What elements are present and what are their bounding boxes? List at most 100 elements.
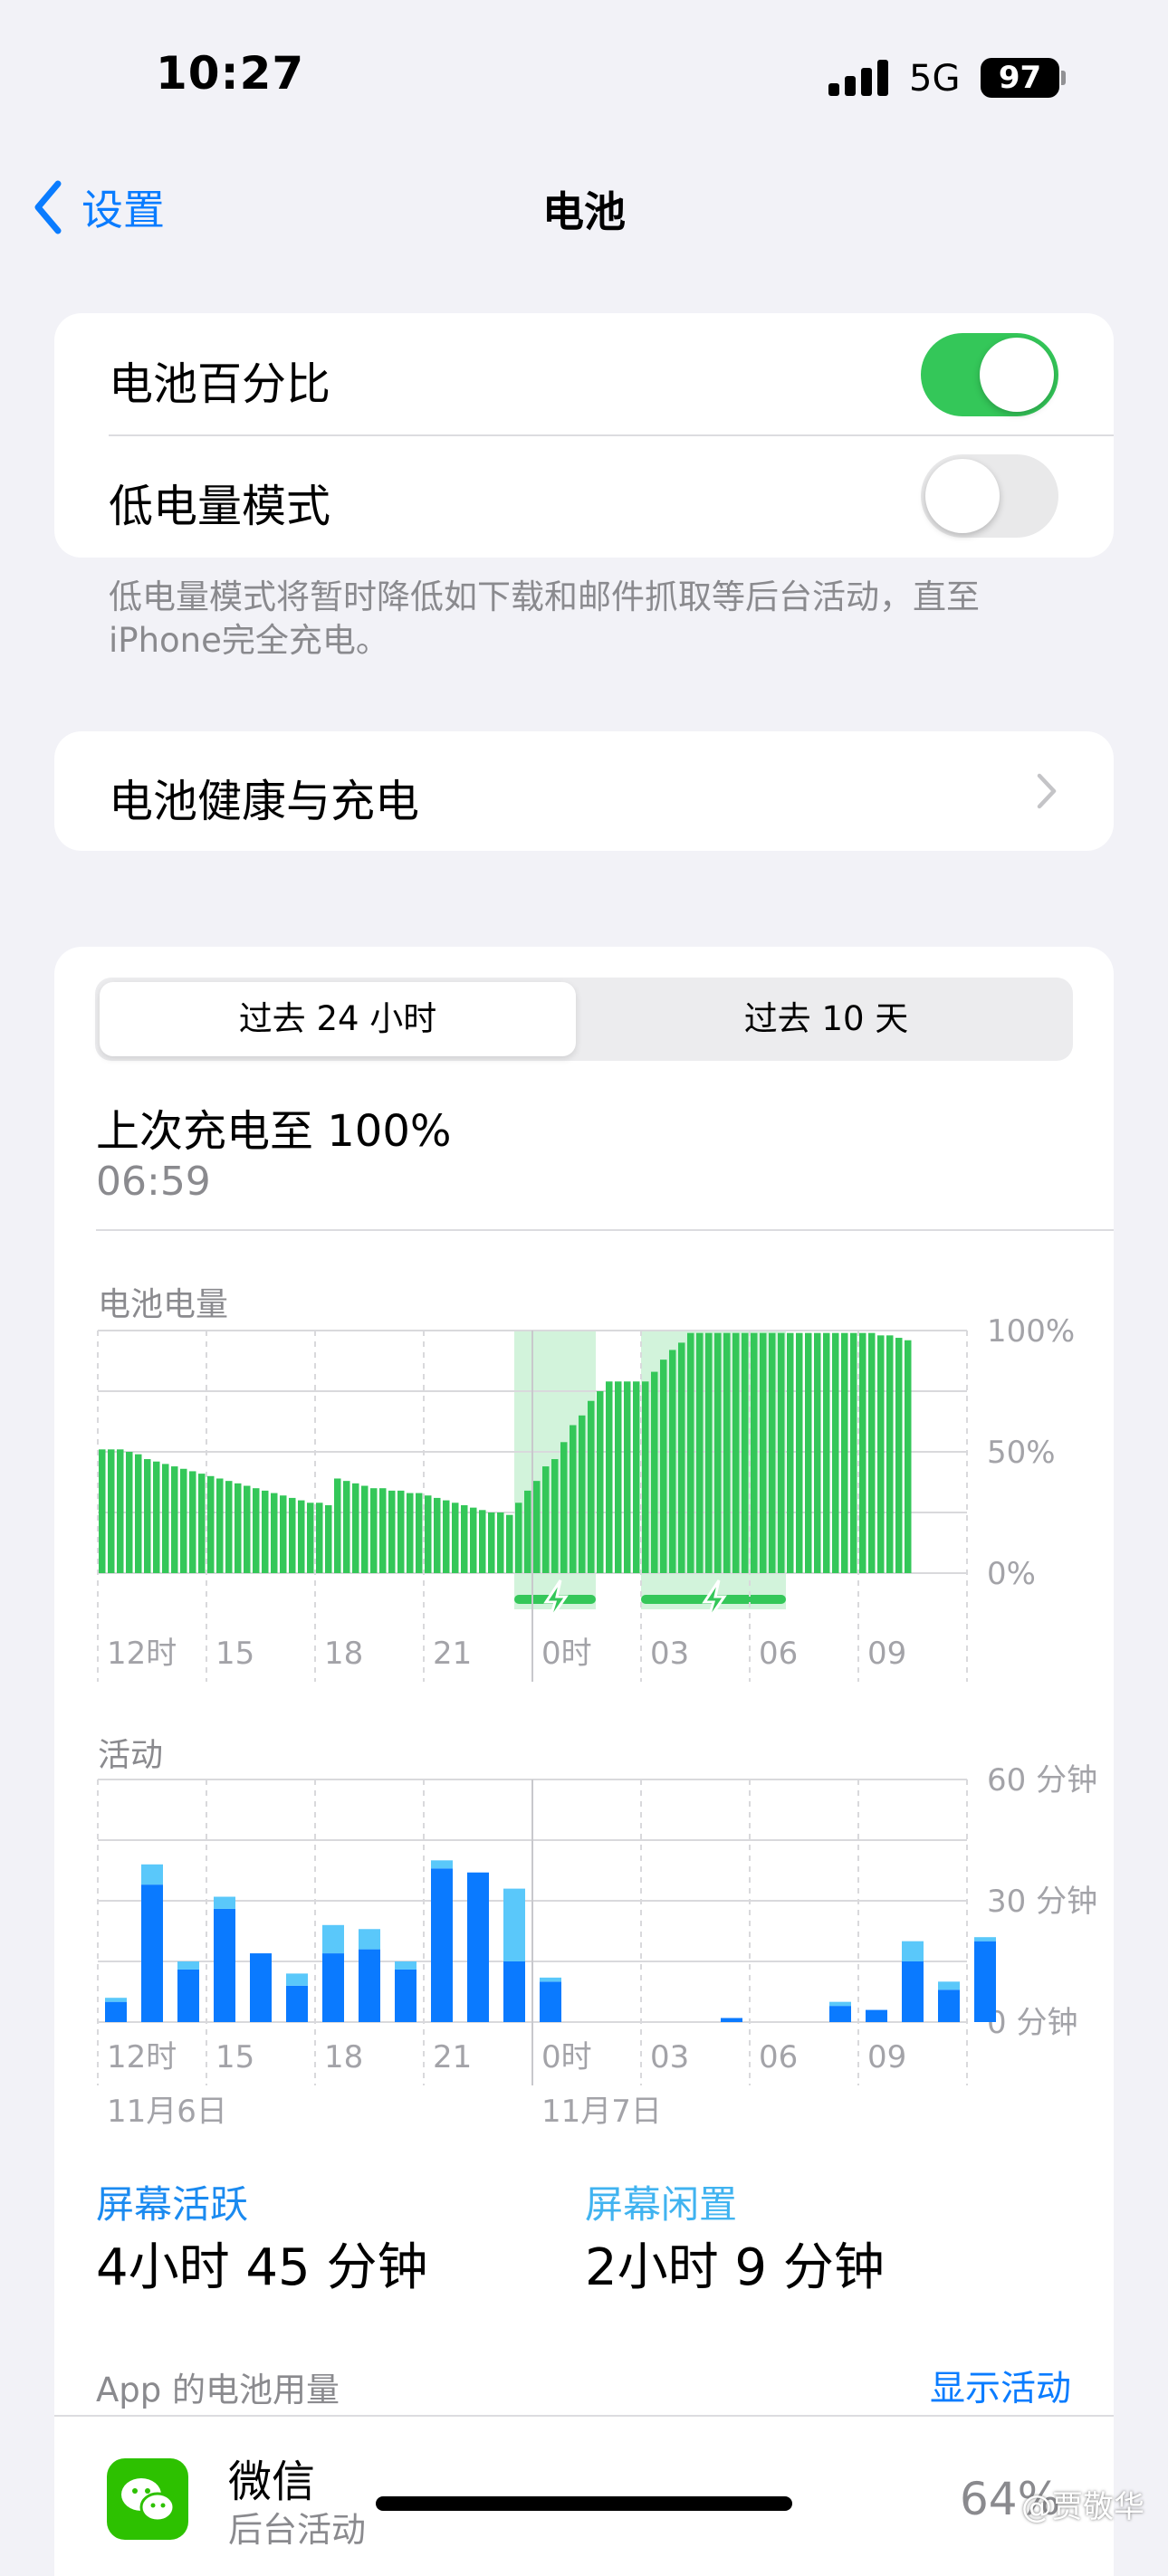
- battery-level-bar: [108, 1449, 115, 1573]
- y-tick-label: 50%: [987, 1435, 1056, 1471]
- x-tick-label: 15: [215, 2039, 254, 2075]
- screen-active-bar: [286, 1985, 308, 2022]
- battery-level-bar: [642, 1381, 649, 1573]
- screen-idle-bar: [540, 1977, 561, 1982]
- battery-level-bar: [126, 1452, 133, 1573]
- app-usage-label: App 的电池用量: [96, 2371, 340, 2409]
- y-tick-label: 60 分钟: [987, 1762, 1097, 1798]
- battery-level-bar: [262, 1490, 269, 1573]
- screen-active-bar: [829, 2006, 851, 2022]
- battery-level-bar: [597, 1391, 604, 1573]
- battery-level-bar: [542, 1466, 550, 1573]
- x-tick-label: 21: [433, 2039, 472, 2075]
- battery-level-bar: [678, 1342, 685, 1573]
- battery-level-bar: [253, 1488, 260, 1573]
- battery-percentage-toggle[interactable]: [921, 333, 1058, 416]
- screen-on-label: 屏幕活跃: [96, 2182, 249, 2227]
- screen-active-bar: [395, 1969, 416, 2022]
- screen-idle-bar: [177, 1961, 199, 1970]
- battery-level-bar: [859, 1332, 866, 1573]
- battery-level-bar: [506, 1514, 513, 1573]
- battery-level-bar: [805, 1332, 812, 1573]
- screen-idle-bar: [431, 1860, 453, 1869]
- battery-tip-icon: [1061, 71, 1066, 85]
- battery-level-bar: [225, 1481, 233, 1573]
- status-time: 10:27: [156, 47, 305, 100]
- battery-level-bar: [388, 1490, 396, 1573]
- screen-active-bar: [250, 1953, 272, 2022]
- last-charge-label: 上次充电至 100%: [96, 1106, 452, 1157]
- screen-active-bar: [322, 1953, 344, 2022]
- low-power-mode-toggle[interactable]: [921, 454, 1058, 538]
- battery-level-bar: [99, 1449, 106, 1573]
- battery-level-bar: [153, 1461, 160, 1573]
- battery-level-bar: [814, 1332, 821, 1573]
- last-charge-time: 06:59: [96, 1159, 211, 1205]
- battery-level-bar: [271, 1493, 278, 1573]
- battery-level-bar: [370, 1488, 378, 1573]
- battery-level-bar: [470, 1507, 477, 1573]
- battery-level-bar: [407, 1493, 414, 1573]
- battery-level-bar: [352, 1483, 359, 1573]
- show-activity-button[interactable]: 显示活动: [930, 2361, 1071, 2411]
- date-label: 11月7日: [541, 2094, 662, 2130]
- battery-level-bar: [461, 1504, 468, 1573]
- x-tick-label: 12时: [107, 2039, 177, 2075]
- low-power-mode-label: 低电量模式: [109, 481, 331, 532]
- battery-level-bar: [180, 1468, 187, 1573]
- screen-active-bar: [177, 1969, 199, 2022]
- battery-level-bar: [135, 1454, 142, 1573]
- screen-active-bar: [214, 1908, 235, 2022]
- battery-level-bar: [280, 1495, 287, 1573]
- x-tick-label: 06: [759, 2039, 798, 2075]
- app-row-wechat[interactable]: [54, 2417, 1114, 2531]
- battery-level-bar: [216, 1478, 224, 1573]
- screen-idle-bar: [503, 1888, 525, 1961]
- battery-level-bar: [696, 1332, 704, 1573]
- battery-level-bar: [207, 1475, 215, 1573]
- activity-chart: 60 分钟 30 分钟 0 分钟 12时 15 18 21 0时 03 06 09 11月6日 11月7…: [97, 1762, 1097, 2130]
- screen-active-bar: [105, 2001, 127, 2022]
- battery-level-bar: [117, 1449, 124, 1573]
- chevron-right-icon: [1037, 773, 1057, 809]
- screen-active-bar: [938, 1989, 960, 2022]
- battery-level-bar: [144, 1459, 151, 1573]
- wechat-app-icon: [107, 2458, 188, 2540]
- x-tick-label: 12时: [107, 1636, 177, 1672]
- battery-level-bar: [905, 1340, 912, 1573]
- screen-idle-value: 2小时 9 分钟: [585, 2238, 885, 2297]
- battery-level-bar: [488, 1512, 495, 1573]
- battery-level-bar: [823, 1332, 830, 1573]
- date-label: 11月6日: [107, 2094, 227, 2130]
- toggle-knob: [925, 459, 1000, 533]
- x-tick-label: 0时: [541, 1636, 592, 1672]
- battery-level-bar: [832, 1332, 839, 1573]
- screen-active-bar: [359, 1949, 380, 2022]
- battery-level-bar: [434, 1497, 441, 1573]
- y-tick-label: 30 分钟: [987, 1884, 1097, 1920]
- screen-on-value: 4小时 45 分钟: [96, 2238, 428, 2297]
- x-tick-label: 18: [324, 2039, 363, 2075]
- battery-level-bar: [298, 1500, 305, 1573]
- battery-level-bar: [189, 1471, 196, 1573]
- x-tick-label: 06: [759, 1636, 798, 1672]
- battery-level-bar: [669, 1350, 676, 1573]
- home-indicator[interactable]: [376, 2496, 792, 2511]
- tab-last-10-days[interactable]: 过去 10 天: [584, 982, 1068, 1056]
- battery-level-bar: [841, 1332, 848, 1573]
- screen-active-bar: [141, 1884, 163, 2022]
- x-tick-label: 21: [433, 1636, 472, 1672]
- battery-level-bar: [796, 1332, 803, 1573]
- screen-active-bar: [467, 1872, 489, 2022]
- battery-level-bar: [524, 1490, 531, 1573]
- screen-idle-bar: [395, 1961, 416, 1970]
- divider: [109, 434, 1114, 436]
- tab-last-24-hours[interactable]: 过去 24 小时: [100, 982, 576, 1056]
- screen-idle-bar: [286, 1973, 308, 1986]
- battery-level-bar: [588, 1400, 595, 1573]
- y-tick-label: 100%: [987, 1313, 1075, 1350]
- screen-idle-bar: [105, 1998, 127, 2002]
- battery-level-bar: [606, 1381, 613, 1573]
- x-tick-label: 09: [867, 1636, 906, 1672]
- app-detail: 后台活动: [228, 2510, 367, 2550]
